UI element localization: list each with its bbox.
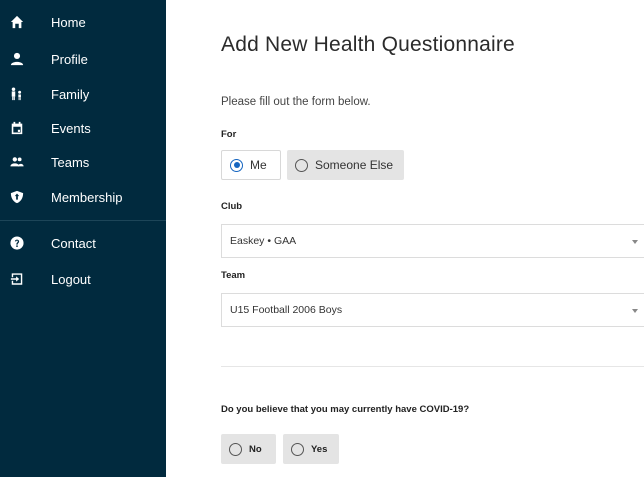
sidebar-item-events[interactable]: Events xyxy=(0,111,166,145)
sidebar-item-profile[interactable]: Profile xyxy=(0,42,166,76)
team-label: Team xyxy=(221,270,246,281)
club-label: Club xyxy=(221,201,243,212)
user-icon xyxy=(9,51,25,67)
shield-icon xyxy=(9,189,25,205)
chevron-down-icon xyxy=(632,240,638,244)
for-label: For xyxy=(221,129,237,140)
team-select[interactable]: U15 Football 2006 Boys xyxy=(221,293,644,327)
family-icon xyxy=(9,86,25,102)
radio-unselected-icon xyxy=(295,158,308,172)
radio-unselected-icon xyxy=(291,442,304,456)
sidebar-divider xyxy=(0,220,166,221)
club-select-value: Easkey • GAA xyxy=(230,235,297,247)
section-divider xyxy=(221,366,644,367)
sidebar-item-label: Logout xyxy=(51,271,91,287)
calendar-icon xyxy=(9,120,25,136)
sidebar-item-label: Home xyxy=(51,14,86,30)
sidebar-item-label: Family xyxy=(51,86,90,102)
home-icon xyxy=(9,14,25,30)
main-content: Add New Health Questionnaire Please fill… xyxy=(166,0,644,477)
sidebar: Home Profile Family Events Teams Members… xyxy=(0,0,166,477)
sidebar-item-family[interactable]: Family xyxy=(0,77,166,111)
logout-icon xyxy=(9,271,25,287)
sidebar-item-membership[interactable]: Membership xyxy=(0,180,166,214)
sidebar-item-contact[interactable]: Contact xyxy=(0,226,166,260)
sidebar-item-logout[interactable]: Logout xyxy=(0,262,166,296)
for-option-me[interactable]: Me xyxy=(221,150,281,180)
sidebar-item-label: Profile xyxy=(51,51,88,67)
sidebar-item-label: Membership xyxy=(51,189,123,205)
sidebar-item-teams[interactable]: Teams xyxy=(0,145,166,179)
question-icon xyxy=(9,235,25,251)
sidebar-item-label: Teams xyxy=(51,154,90,170)
form-intro: Please fill out the form below. xyxy=(221,96,371,108)
sidebar-item-label: Events xyxy=(51,120,91,136)
sidebar-item-label: Contact xyxy=(51,235,96,251)
chevron-down-icon xyxy=(632,309,638,313)
team-select-value: U15 Football 2006 Boys xyxy=(230,304,343,316)
team-icon xyxy=(9,154,25,170)
radio-selected-icon xyxy=(230,158,243,172)
for-option-someone-else[interactable]: Someone Else xyxy=(287,150,404,180)
radio-unselected-icon xyxy=(229,442,242,456)
club-select[interactable]: Easkey • GAA xyxy=(221,224,644,258)
covid-option-yes[interactable]: Yes xyxy=(283,434,339,464)
page-title: Add New Health Questionnaire xyxy=(221,33,515,56)
sidebar-item-home[interactable]: Home xyxy=(0,5,166,39)
covid-option-no[interactable]: No xyxy=(221,434,276,464)
covid-question: Do you believe that you may currently ha… xyxy=(221,404,470,415)
